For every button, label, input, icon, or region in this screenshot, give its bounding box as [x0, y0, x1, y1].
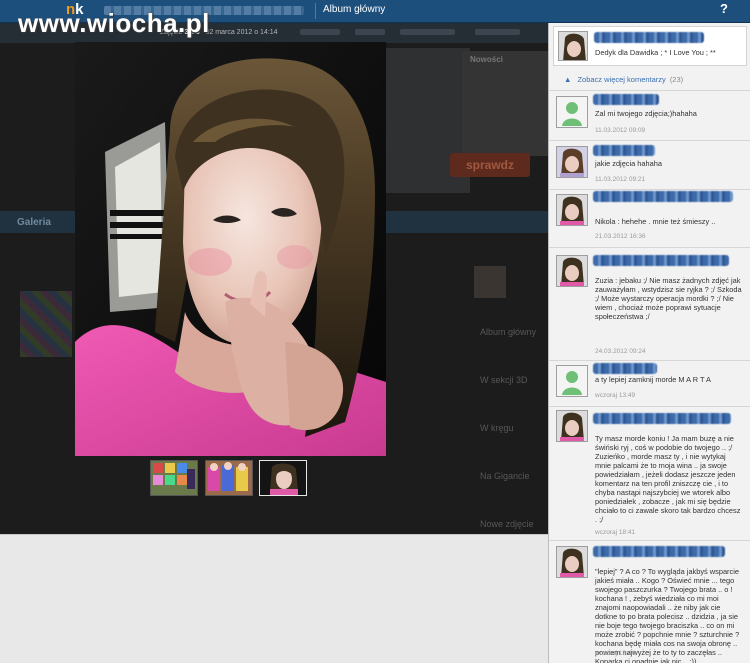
- background-sidebar: Album główny W sekcji 3D W kręgu Na Giga…: [470, 263, 548, 534]
- avatar[interactable]: [556, 410, 588, 442]
- comment-text: Zal mi twojego zdjęcia;)hahaha: [595, 109, 697, 118]
- divider: [549, 189, 750, 190]
- divider: [0, 534, 548, 535]
- background-news-box: Nowości: [462, 51, 548, 156]
- comment-date: 24.03.2012 09:24: [595, 348, 646, 355]
- blurred-user-name[interactable]: [593, 413, 731, 424]
- chevron-up-icon: ▲: [564, 75, 572, 84]
- photo-description-text: Dedyk dla Dawidka ; * I Love You ; **: [595, 48, 716, 57]
- divider: [549, 406, 750, 407]
- blurred-user-name[interactable]: [594, 32, 704, 43]
- divider: [549, 90, 750, 91]
- comments-panel: Dedyk dla Dawidka ; * I Love You ; ** ▲ Z…: [548, 23, 750, 663]
- blurred-user-name[interactable]: [593, 363, 657, 374]
- comment-date: 11.03.2012 09:21: [595, 176, 646, 183]
- default-avatar[interactable]: [556, 365, 588, 397]
- background-check-button: sprawdz: [450, 153, 530, 177]
- comment-text: jakie zdjęcia hahaha: [595, 159, 662, 168]
- divider: [549, 140, 750, 141]
- comment-text: Nikola : hehehe . mnie też śmieszy ..: [595, 217, 716, 226]
- watermark-text: www.wiocha.pl: [18, 8, 210, 38]
- background-sidebar-item: W kręgu: [480, 423, 514, 433]
- comment-date: wczoraj 13:49: [595, 392, 636, 399]
- default-avatar[interactable]: [556, 96, 588, 128]
- show-more-comments-link[interactable]: ▲ Zobacz więcej komentarzy (23): [564, 75, 683, 84]
- help-button[interactable]: ?: [716, 1, 732, 20]
- divider: [549, 247, 750, 248]
- comment-date: 21.03.2012 16:36: [595, 233, 646, 240]
- avatar[interactable]: [556, 255, 588, 287]
- avatar[interactable]: [556, 146, 588, 178]
- main-photo[interactable]: [75, 42, 386, 456]
- comment-date: wczoraj 18:44: [595, 650, 636, 657]
- background-nav-item: [300, 29, 340, 35]
- comment-text: Ty masz morde koniu ! Ja mam buzę a nie …: [595, 434, 741, 524]
- comment-text: a ty lepiej zamknij morde M A R T A: [595, 375, 711, 384]
- blurred-user-name[interactable]: [593, 546, 725, 557]
- divider: [549, 540, 750, 541]
- background-sidebar-item: Na Gigancie: [480, 471, 530, 481]
- separator: [315, 3, 316, 19]
- page-footer-area: [0, 534, 548, 663]
- background-nav-item: [355, 29, 385, 35]
- background-album-thumbnail: [20, 291, 72, 357]
- photo-description-box: Dedyk dla Dawidka ; * I Love You ; **: [553, 26, 747, 66]
- avatar[interactable]: [556, 546, 588, 578]
- background-sidebar-item: Album główny: [480, 327, 537, 337]
- comment-text: "lepiej" ? A co ? To wygląda jakbyś wspa…: [595, 567, 740, 663]
- background-gallery-label: Galeria: [17, 217, 51, 228]
- divider: [549, 360, 750, 361]
- blurred-user-name[interactable]: [593, 191, 733, 202]
- comment-text: Zuzia : jebaku ;/ Nie masz żadnych zdjęć…: [595, 276, 742, 321]
- album-link[interactable]: Album główny: [323, 4, 385, 15]
- background-sidebar-item: W sekcji 3D: [480, 375, 528, 385]
- thumbnail-2[interactable]: [205, 460, 253, 496]
- blurred-user-name[interactable]: [593, 255, 729, 266]
- blurred-user-name[interactable]: [593, 94, 659, 105]
- thumbnail-3-selected[interactable]: [259, 460, 307, 496]
- background-nav-item: [475, 29, 520, 35]
- avatar[interactable]: [558, 31, 588, 61]
- comment-date: wczoraj 18:41: [595, 529, 636, 536]
- comment-date: 11.03.2012 09:09: [595, 127, 646, 134]
- thumbnail-1[interactable]: [150, 460, 198, 496]
- avatar[interactable]: [556, 194, 588, 226]
- background-sidebar-item: Nowe zdjęcie: [480, 519, 534, 529]
- background-nav-item: [400, 29, 455, 35]
- blurred-user-name[interactable]: [593, 145, 655, 156]
